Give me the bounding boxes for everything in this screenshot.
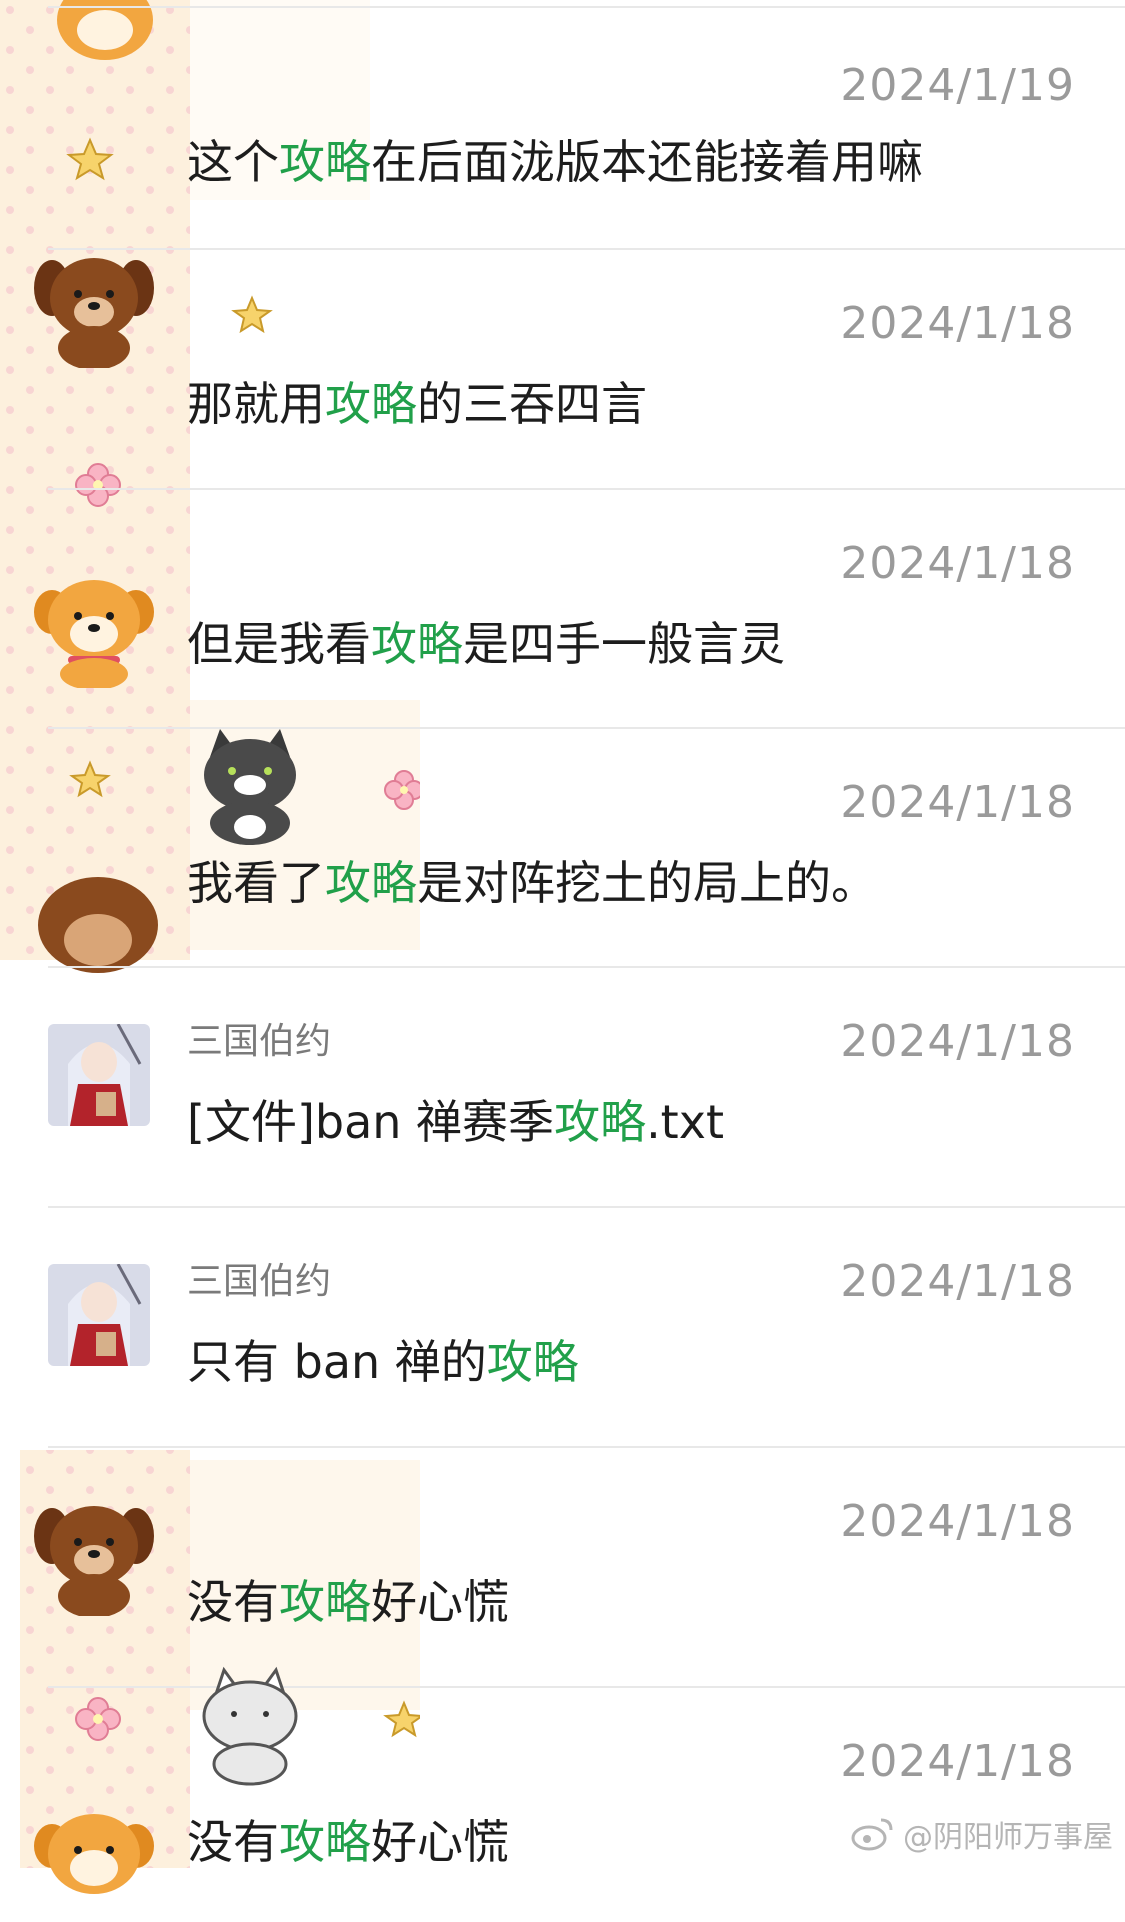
divider	[48, 248, 1125, 250]
message-text: 没有攻略好心慌	[187, 1566, 509, 1632]
keyword-highlight: 攻略	[486, 1335, 579, 1389]
message-text-pre: 没有	[187, 1575, 279, 1629]
message-text-pre: 这个	[187, 135, 279, 189]
keyword-highlight: 攻略	[325, 856, 417, 910]
bear-avatar-icon	[34, 1506, 154, 1616]
message-text: 没有攻略好心慌	[187, 1806, 509, 1872]
message-text: 只有 ban 禅的攻略	[187, 1326, 579, 1392]
list-item[interactable]: 2024/1/18 那就用攻略的三吞四言	[0, 248, 1125, 488]
message-text-post: 在后面泷版本还能接着用嘛	[371, 135, 923, 189]
cat-avatar-icon	[202, 1666, 298, 1786]
message-date: 2024/1/18	[840, 1016, 1075, 1067]
keyword-highlight: 攻略	[279, 1575, 371, 1629]
message-text-post: 是对阵挖土的局上的。	[417, 856, 877, 910]
keyword-highlight: 攻略	[325, 377, 417, 431]
message-text-pre: 那就用	[187, 377, 325, 431]
message-text-post: 好心慌	[371, 1575, 509, 1629]
list-item[interactable]: 2024/1/18 我看了攻略是对阵挖土的局上的。	[0, 727, 1125, 967]
message-date: 2024/1/18	[840, 1496, 1075, 1547]
list-item[interactable]: 三国伯约 2024/1/18 只有 ban 禅的攻略	[0, 1206, 1125, 1446]
message-text: [文件]ban 禅赛季攻略.txt	[187, 1086, 724, 1152]
anime-girl-avatar-icon	[48, 1264, 150, 1366]
message-text: 但是我看攻略是四手一般言灵	[187, 608, 785, 674]
message-text-pre: [文件]ban 禅赛季	[187, 1095, 555, 1149]
message-date: 2024/1/19	[840, 60, 1075, 111]
divider	[48, 1446, 1125, 1448]
keyword-highlight: 攻略	[279, 135, 371, 189]
dog-avatar-icon	[34, 1814, 154, 1894]
divider	[48, 488, 1125, 490]
keyword-highlight: 攻略	[554, 1095, 647, 1149]
keyword-highlight: 攻略	[279, 1815, 371, 1869]
message-text-pre: 只有 ban 禅的	[187, 1335, 487, 1389]
list-item[interactable]: 2024/1/19 这个攻略在后面泷版本还能接着用嘛	[0, 0, 1125, 240]
message-text-pre: 但是我看	[187, 617, 371, 671]
message-date: 2024/1/18	[840, 298, 1075, 349]
list-item[interactable]: 2024/1/18 没有攻略好心慌	[0, 1446, 1125, 1686]
message-text: 那就用攻略的三吞四言	[187, 368, 647, 434]
anime-girl-avatar-icon	[48, 1024, 150, 1126]
message-date: 2024/1/18	[840, 1736, 1075, 1787]
weibo-logo-icon	[851, 1818, 893, 1851]
message-text-pre: 没有	[187, 1815, 279, 1869]
message-date: 2024/1/18	[840, 538, 1075, 589]
list-item[interactable]: 2024/1/18 但是我看攻略是四手一般言灵	[0, 488, 1125, 728]
message-text: 这个攻略在后面泷版本还能接着用嘛	[187, 126, 923, 192]
sender-name: 三国伯约	[187, 1021, 332, 1062]
bear-avatar-icon	[34, 258, 154, 368]
watermark: @阴阳师万事屋	[851, 1812, 1113, 1856]
divider	[48, 6, 1125, 8]
divider	[48, 966, 1125, 968]
message-text-pre: 我看了	[187, 856, 325, 910]
list-item[interactable]: 三国伯约 2024/1/18 [文件]ban 禅赛季攻略.txt	[0, 966, 1125, 1206]
message-date: 2024/1/18	[840, 1256, 1075, 1307]
keyword-highlight: 攻略	[371, 617, 463, 671]
message-date: 2024/1/18	[840, 777, 1075, 828]
cat-avatar-icon	[204, 729, 296, 845]
message-text-post: .txt	[646, 1095, 724, 1149]
message-text: 我看了攻略是对阵挖土的局上的。	[187, 847, 877, 913]
message-text-post: 是四手一般言灵	[463, 617, 785, 671]
watermark-text: @阴阳师万事屋	[903, 1820, 1113, 1855]
message-text-post: 好心慌	[371, 1815, 509, 1869]
sender-name: 三国伯约	[187, 1261, 332, 1302]
message-text-post: 的三吞四言	[417, 377, 647, 431]
dog-avatar-icon	[34, 580, 154, 688]
divider	[48, 1206, 1125, 1208]
